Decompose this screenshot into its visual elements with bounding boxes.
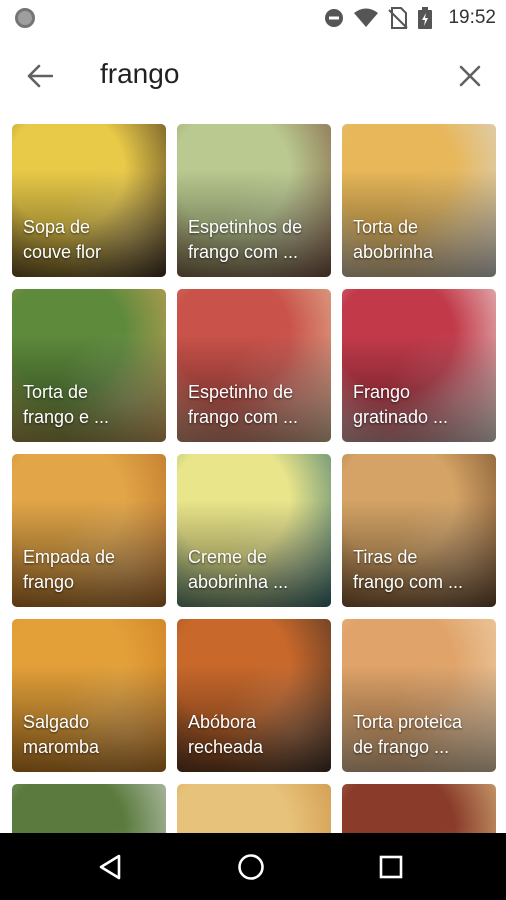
no-sim-icon [388, 7, 409, 29]
search-input[interactable] [100, 54, 440, 94]
recipe-title-line: Salgado [23, 712, 90, 732]
back-button[interactable] [22, 58, 58, 94]
recipe-card[interactable] [342, 784, 496, 833]
recipe-card[interactable]: Sopa de couve flor [12, 124, 166, 277]
recipe-title-line: couve flor [23, 242, 102, 262]
recipe-title-line: maromba [23, 737, 100, 757]
clear-search-button[interactable] [452, 58, 488, 94]
recipe-title-line: Frango [353, 382, 411, 402]
recipe-card[interactable]: Empada de frango [12, 454, 166, 607]
recipe-title: Abóbora recheada [188, 710, 323, 760]
recipe-card[interactable] [177, 784, 331, 833]
recipe-card[interactable]: Tiras de frango com ... [342, 454, 496, 607]
nav-recents-button[interactable] [373, 851, 409, 883]
recipe-card[interactable]: Torta proteica de frango ... [342, 619, 496, 772]
recipe-title: Sopa de couve flor [23, 215, 158, 265]
recipe-photo [12, 784, 166, 833]
recipe-title: Salgado maromba [23, 710, 158, 760]
recipe-card[interactable] [12, 784, 166, 833]
recipe-title: Tiras de frango com ... [353, 545, 488, 595]
search-bar [0, 36, 506, 112]
recipe-title-line: frango com ... [353, 572, 464, 592]
navigation-bar [0, 833, 506, 900]
do-not-disturb-icon [325, 9, 344, 27]
recipe-photo [342, 784, 496, 833]
recipe-title-line: Abóbora [188, 712, 257, 732]
recipe-title-line: Tiras de [353, 547, 418, 567]
recipe-title-line: Torta proteica [353, 712, 463, 732]
recipe-title-line: abobrinha [353, 242, 434, 262]
recipe-photo [177, 784, 331, 833]
recipe-title-line: Espetinho de [188, 382, 294, 402]
recipe-title-line: abobrinha ... [188, 572, 289, 592]
recipe-title-line: frango com ... [188, 407, 299, 427]
recipe-title: Espetinhos de frango com ... [188, 215, 323, 265]
status-time: 19:52 [448, 7, 496, 28]
recipe-title-line: recheada [188, 737, 264, 757]
recipe-title-line: Torta de [353, 217, 419, 237]
recipe-title: Frango gratinado ... [353, 380, 488, 430]
nav-home-button[interactable] [233, 851, 269, 883]
recipe-title-line: Creme de [188, 547, 268, 567]
status-bar: 19:52 [0, 0, 506, 36]
recipe-title-line: Espetinhos de [188, 217, 303, 237]
recipe-title-line: de frango ... [353, 737, 450, 757]
notification-dot-icon [15, 8, 35, 28]
square-recents-icon [379, 855, 403, 879]
recipe-title-line: frango e ... [23, 407, 110, 427]
recipe-title-line: Sopa de [23, 217, 91, 237]
recipe-title: Torta proteica de frango ... [353, 710, 488, 760]
recipe-card[interactable]: Abóbora recheada [177, 619, 331, 772]
recipe-card[interactable]: Frango gratinado ... [342, 289, 496, 442]
recipe-title-line: Torta de [23, 382, 89, 402]
recipe-title-line: frango com ... [188, 242, 299, 262]
recipe-title-line: Empada de [23, 547, 116, 567]
recipe-title: Torta de abobrinha [353, 215, 488, 265]
nav-back-button[interactable] [92, 851, 128, 883]
recipe-card[interactable]: Creme de abobrinha ... [177, 454, 331, 607]
recipe-title: Espetinho de frango com ... [188, 380, 323, 430]
recipe-title-line: gratinado ... [353, 407, 449, 427]
recipe-card[interactable]: Torta de frango e ... [12, 289, 166, 442]
close-icon [459, 65, 481, 87]
arrow-left-icon [27, 64, 53, 88]
status-icons: 19:52 [324, 6, 496, 30]
recipe-title: Torta de frango e ... [23, 380, 158, 430]
recipe-card[interactable]: Espetinho de frango com ... [177, 289, 331, 442]
recipe-title-line: frango [23, 572, 75, 592]
recipe-card[interactable]: Salgado maromba [12, 619, 166, 772]
recipe-title: Empada de frango [23, 545, 158, 595]
recipe-card[interactable]: Torta de abobrinha [342, 124, 496, 277]
circle-home-icon [238, 854, 264, 880]
triangle-back-icon [99, 854, 121, 880]
wifi-icon [354, 8, 379, 27]
recipe-card[interactable]: Espetinhos de frango com ... [177, 124, 331, 277]
recipe-title: Creme de abobrinha ... [188, 545, 323, 595]
recipe-grid: Sopa de couve flor Espetinhos de frango com… [12, 124, 496, 833]
battery-charging-icon [418, 7, 433, 29]
